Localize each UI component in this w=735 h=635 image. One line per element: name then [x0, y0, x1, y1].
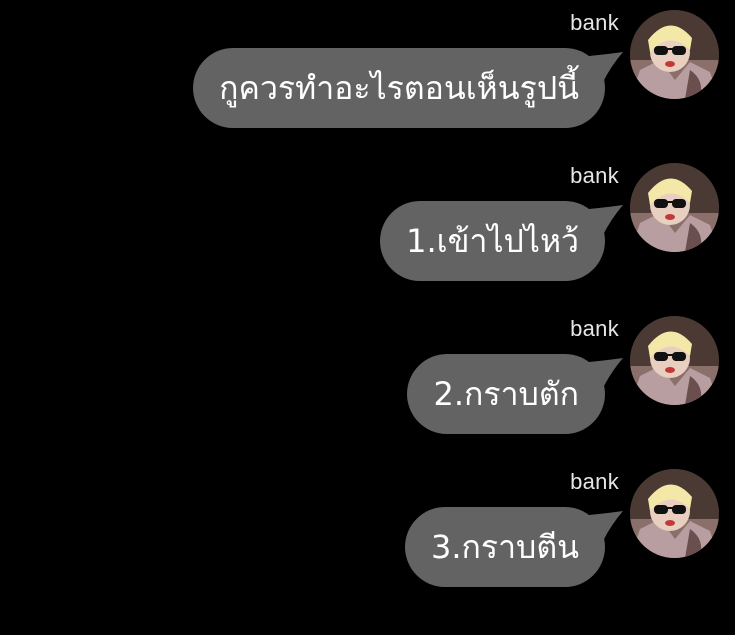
message-bubble[interactable]: 2.กราบตัก	[407, 354, 605, 434]
user-avatar-icon[interactable]	[630, 316, 719, 405]
message-bubble[interactable]: กูควรทำอะไรตอนเห็นรูปนี้	[193, 48, 605, 128]
sender-name: bank	[570, 469, 619, 494]
message-row: bank 2.กราบตัก	[0, 306, 735, 459]
sender-name: bank	[570, 163, 619, 188]
message-row: bank กูควรทำอะไรตอนเห็นรูปนี้	[0, 0, 735, 153]
user-avatar-icon[interactable]	[630, 10, 719, 99]
sender-name: bank	[570, 316, 619, 341]
chat-thread: bank กูควรทำอะไรตอนเห็นรูปนี้ bank 1.เข้…	[0, 0, 735, 635]
sender-name: bank	[570, 10, 619, 35]
user-avatar-icon[interactable]	[630, 469, 719, 558]
message-row: bank 3.กราบตีน	[0, 459, 735, 612]
user-avatar-icon[interactable]	[630, 163, 719, 252]
message-bubble[interactable]: 3.กราบตีน	[404, 507, 605, 587]
message-row: bank 1.เข้าไปไหว้	[0, 153, 735, 306]
message-bubble[interactable]: 1.เข้าไปไหว้	[380, 201, 605, 281]
